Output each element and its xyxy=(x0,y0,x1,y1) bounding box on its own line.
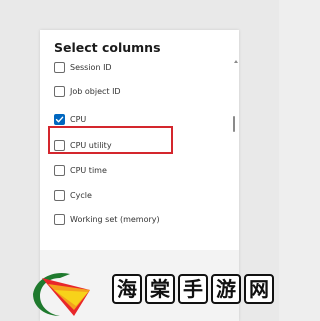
checkbox[interactable] xyxy=(54,213,65,225)
watermark-char: 游 xyxy=(211,274,241,304)
column-label: Session ID xyxy=(70,62,112,72)
column-option-cpu[interactable]: CPU xyxy=(54,112,86,126)
column-option-cpu-time[interactable]: CPU time xyxy=(54,163,107,177)
column-label: Job object ID xyxy=(70,86,121,96)
checkmark-icon xyxy=(55,116,64,122)
checkbox[interactable] xyxy=(54,164,65,176)
scrollbar-thumb[interactable] xyxy=(233,116,235,132)
checkbox[interactable] xyxy=(54,189,65,201)
watermark: 海 棠 手 游 网 xyxy=(30,262,279,321)
scrollbar[interactable] xyxy=(233,60,238,260)
column-option-session-id[interactable]: Session ID xyxy=(54,60,112,74)
watermark-char: 海 xyxy=(112,274,142,304)
column-label: Working set (memory) xyxy=(70,214,160,224)
checkbox[interactable] xyxy=(54,85,65,97)
column-list: Session ID Job object ID CPU CPU utility… xyxy=(40,56,239,256)
dialog-title: Select columns xyxy=(54,40,161,55)
column-option-working-set[interactable]: Working set (memory) xyxy=(54,212,160,226)
highlight-annotation xyxy=(48,126,173,154)
watermark-char: 棠 xyxy=(145,274,175,304)
column-option-job-object-id[interactable]: Job object ID xyxy=(54,84,121,98)
column-option-cycle[interactable]: Cycle xyxy=(54,188,92,202)
column-label: Cycle xyxy=(70,190,92,200)
column-label: CPU xyxy=(70,114,87,124)
column-label: CPU time xyxy=(70,165,107,175)
scroll-up-arrow-icon[interactable] xyxy=(234,60,238,63)
watermark-char: 网 xyxy=(244,274,274,304)
watermark-char: 手 xyxy=(178,274,208,304)
checkbox-checked[interactable] xyxy=(54,113,65,125)
watermark-logo-icon xyxy=(33,272,90,316)
checkbox[interactable] xyxy=(54,61,65,73)
